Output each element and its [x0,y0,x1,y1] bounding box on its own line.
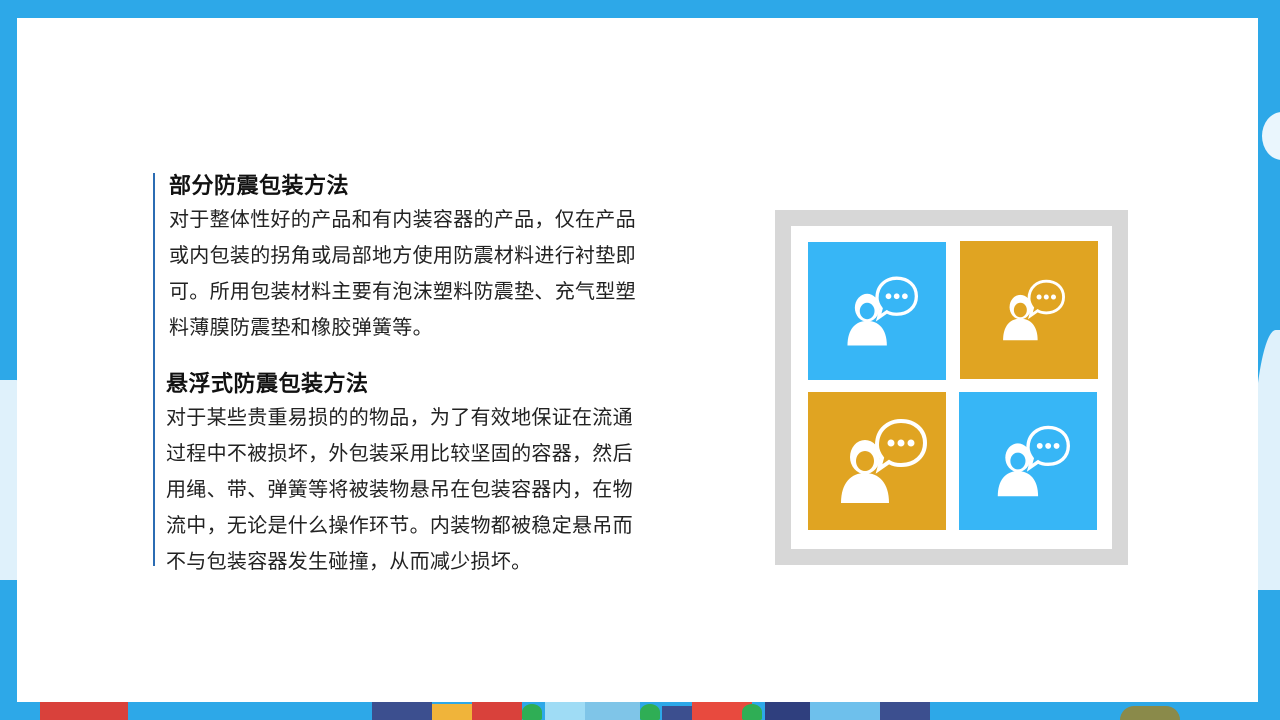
building [880,700,930,720]
building [40,702,128,720]
icon-tile [808,242,946,380]
tree [522,704,542,720]
person-chat-icon [836,270,918,352]
text-line: 对于整体性好的产品和有内装容器的产品，仅在产品 [169,207,636,231]
text-line: 不与包装容器发生碰撞，从而减少损坏。 [166,549,532,573]
building [585,700,640,720]
accent-vertical-line [153,173,155,566]
icon-tile [959,392,1097,530]
icon-tile [808,392,946,530]
building [432,704,472,720]
text-line: 或内包装的拐角或局部地方使用防震材料进行衬垫即 [169,243,636,267]
icon-panel-inner [791,226,1112,549]
person-chat-icon [986,419,1070,503]
slide-content: 部分防震包装方法 对于整体性好的产品和有内装容器的产品，仅在产品 或内包装的拐角… [17,18,1258,702]
section-text-partial: 对于整体性好的产品和有内装容器的产品，仅在产品 或内包装的拐角或局部地方使用防震… [169,201,669,345]
text-line: 过程中不被损坏，外包装采用比较坚固的容器，然后 [166,441,633,465]
background-cloud-right [1262,112,1280,160]
section-heading-partial: 部分防震包装方法 [169,174,350,199]
icon-tile [960,241,1098,379]
text-line: 流中，无论是什么操作环节。内装物都被稳定悬吊而 [166,513,633,537]
section-text-suspension: 对于某些贵重易损的的物品，为了有效地保证在流通 过程中不被损坏，外包装采用比较坚… [166,399,666,579]
section-heading-suspension: 悬浮式防震包装方法 [166,372,369,397]
person-chat-icon [827,411,927,511]
building [472,700,522,720]
building [765,700,810,720]
person-chat-icon [993,274,1065,346]
icon-panel [775,210,1128,565]
text-line: 可。所用包装材料主要有泡沫塑料防震垫、充气型塑 [169,279,636,303]
tree [640,704,660,720]
building [372,700,432,720]
tree [742,704,762,720]
building [810,702,880,720]
building [545,702,585,720]
text-line: 料薄膜防震垫和橡胶弹簧等。 [169,315,433,339]
building [662,706,692,720]
building [1120,706,1180,720]
text-line: 用绳、带、弹簧等将被装物悬吊在包装容器内，在物 [166,477,633,501]
text-line: 对于某些贵重易损的的物品，为了有效地保证在流通 [166,405,633,429]
